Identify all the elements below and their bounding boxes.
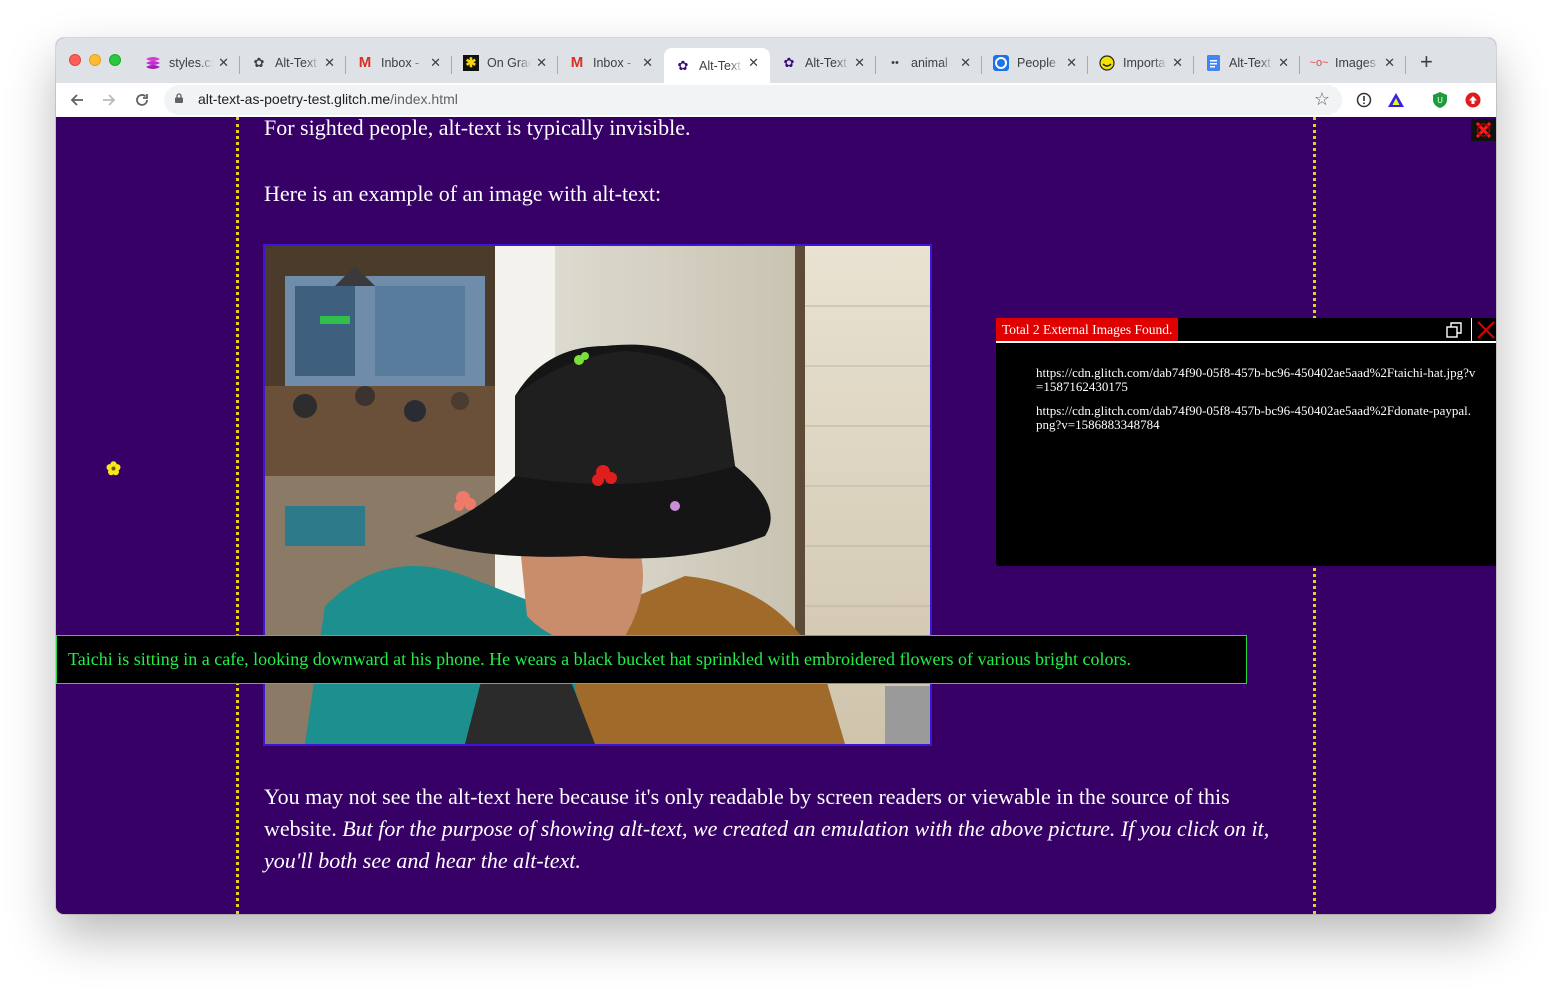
glitch-flower-icon: ✿	[677, 57, 689, 73]
close-icon[interactable]: ✕	[960, 56, 971, 70]
tab-title: styles.css	[169, 56, 213, 70]
tab-alt-text-1[interactable]: ✿ Alt-Text ✕	[240, 48, 346, 78]
tab-people[interactable]: People ✕	[982, 48, 1088, 78]
address-bar[interactable]: alt-text-as-poetry-test.glitch.me/index.…	[164, 85, 1342, 115]
close-icon[interactable]: ✕	[642, 56, 653, 70]
tab-title: animal	[911, 56, 948, 70]
close-icon[interactable]: ✕	[1384, 56, 1395, 70]
external-images-panel: Total 2 External Images Found. https://c…	[996, 318, 1496, 566]
tab-alt-text-active[interactable]: ✿ Alt-Text ✕	[664, 48, 770, 83]
url-text: alt-text-as-poetry-test.glitch.me/index.…	[198, 91, 458, 107]
gmail-icon: M	[570, 54, 584, 71]
docs-icon	[1205, 55, 1221, 71]
close-icon[interactable]: ✕	[854, 56, 865, 70]
panel-close-icon[interactable]	[1471, 318, 1496, 341]
intro-line-1: For sighted people, alt-text is typicall…	[264, 115, 691, 140]
panel-title: Total 2 External Images Found.	[996, 318, 1179, 341]
asterisk-icon: ✱	[463, 55, 479, 71]
tab-title: People	[1017, 56, 1056, 70]
tab-title: On Grace	[487, 56, 531, 70]
tab-title: Alt-Text	[699, 58, 741, 73]
smiley-icon	[1099, 55, 1115, 71]
lock-icon	[175, 93, 183, 103]
svg-text:U: U	[1437, 96, 1443, 105]
tab-title: Alt-Text	[805, 56, 847, 70]
browser-window: styles.css ✕ ✿ Alt-Text ✕ M Inbox - ✕ ✱ …	[56, 38, 1496, 914]
close-icon[interactable]: ✕	[324, 56, 335, 70]
tab-inbox-1[interactable]: M Inbox - ✕	[346, 48, 452, 78]
eyes-icon: ••	[891, 57, 899, 69]
close-icon[interactable]: ✕	[1278, 56, 1289, 70]
flower-icon	[106, 461, 121, 476]
close-icon[interactable]: ✕	[430, 56, 441, 70]
circle-icon	[993, 55, 1009, 71]
tab-docs[interactable]: Alt-Text ✕	[1194, 48, 1300, 78]
page-content: For sighted people, alt-text is typicall…	[56, 115, 1496, 914]
restore-window-icon[interactable]	[1440, 318, 1468, 341]
images-icon: ~o~	[1309, 57, 1329, 69]
tab-strip: styles.css ✕ ✿ Alt-Text ✕ M Inbox - ✕ ✱ …	[56, 38, 1496, 83]
alt-text-emulation[interactable]: Taichi is sitting in a cafe, looking dow…	[56, 635, 1247, 684]
tab-title: Alt-Text	[275, 56, 317, 70]
reload-button[interactable]	[130, 88, 154, 112]
left-dotted-border	[236, 117, 239, 914]
extension-close-icon[interactable]	[1471, 119, 1496, 141]
tab-inbox-2[interactable]: M Inbox - ✕	[558, 48, 664, 78]
bookmark-star-icon[interactable]: ☆	[1314, 89, 1330, 110]
tab-title: Images	[1335, 56, 1376, 70]
triangle-extension-icon[interactable]	[1387, 91, 1405, 109]
close-icon[interactable]: ✕	[1066, 56, 1077, 70]
explanation-paragraph: You may not see the alt-text here becaus…	[264, 781, 1294, 877]
tab-important[interactable]: Importa ✕	[1088, 48, 1194, 78]
tab-title: Inbox -	[593, 56, 632, 70]
close-icon[interactable]: ✕	[218, 56, 229, 70]
explanation-italic-text: But for the purpose of showing alt-text,…	[264, 816, 1270, 873]
close-icon[interactable]: ✕	[1172, 56, 1183, 70]
gmail-icon: M	[358, 54, 372, 71]
back-button[interactable]	[65, 88, 89, 112]
intro-line-2: Here is an example of an image with alt-…	[264, 181, 662, 206]
glitch-flower-icon: ✿	[253, 55, 265, 70]
close-icon[interactable]: ✕	[536, 56, 547, 70]
tab-title: Alt-Text	[1229, 56, 1271, 70]
tab-images[interactable]: ~o~ Images ✕	[1300, 48, 1406, 78]
tab-on-grace[interactable]: ✱ On Grace ✕	[452, 48, 558, 78]
forward-button[interactable]	[97, 88, 121, 112]
url-host: alt-text-as-poetry-test.glitch.me	[198, 91, 391, 107]
info-extension-icon[interactable]	[1355, 91, 1373, 109]
upload-extension-icon[interactable]	[1464, 91, 1482, 109]
panel-divider	[996, 341, 1496, 343]
image-url-list: https://cdn.glitch.com/dab74f90-05f8-457…	[1036, 366, 1476, 442]
close-icon[interactable]: ✕	[748, 56, 759, 70]
shield-extension-icon[interactable]: U	[1431, 91, 1449, 109]
tab-title: Inbox -	[381, 56, 420, 70]
url-path: /index.html	[390, 91, 458, 107]
tab-styles[interactable]: styles.css ✕	[134, 48, 240, 78]
window-maximize-button[interactable]	[109, 54, 121, 66]
new-tab-button[interactable]: +	[1420, 51, 1433, 73]
window-close-button[interactable]	[69, 54, 81, 66]
image-url-item[interactable]: https://cdn.glitch.com/dab74f90-05f8-457…	[1036, 366, 1476, 393]
tab-alt-text-3[interactable]: ✿ Alt-Text ✕	[770, 48, 876, 78]
image-url-item[interactable]: https://cdn.glitch.com/dab74f90-05f8-457…	[1036, 404, 1476, 431]
tab-title: Importa	[1123, 56, 1166, 70]
window-minimize-button[interactable]	[89, 54, 101, 66]
glitch-flower-icon: ✿	[783, 55, 795, 70]
styles-icon	[145, 55, 161, 71]
tab-animal[interactable]: •• animal ✕	[876, 48, 982, 78]
